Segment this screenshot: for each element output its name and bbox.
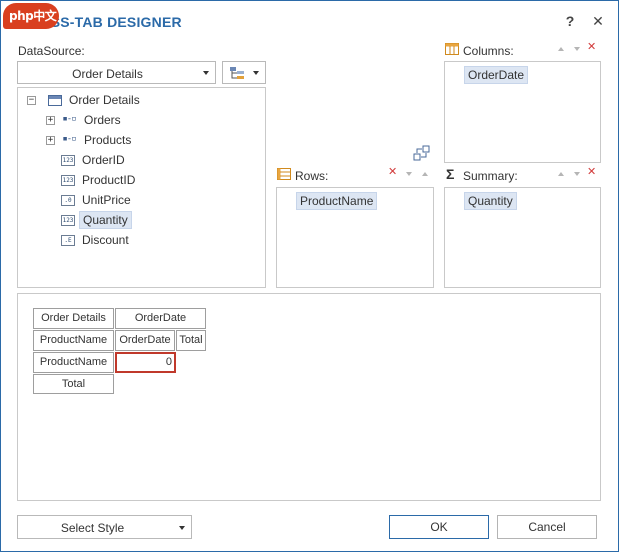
- move-up-icon[interactable]: [557, 170, 565, 178]
- rows-drop-area[interactable]: ProductName: [276, 187, 434, 288]
- title-bar: CROSS-TAB DESIGNER php中文网 ? ✕: [1, 1, 618, 49]
- move-up-icon[interactable]: [421, 170, 429, 178]
- delete-columns-icon[interactable]: ✕: [587, 42, 596, 53]
- datasource-tree-icon: [230, 67, 244, 79]
- move-up-icon[interactable]: [557, 45, 565, 53]
- crosstab-preview: Order Details OrderDate ProductName Orde…: [17, 293, 601, 501]
- tree-node-label: Order Details: [69, 93, 140, 107]
- delete-summary-icon[interactable]: ✕: [587, 167, 596, 178]
- close-button[interactable]: ✕: [590, 13, 606, 29]
- datasource-dropdown[interactable]: Order Details: [17, 61, 216, 84]
- numeric-field-icon: 123: [61, 154, 75, 166]
- delete-rows-icon[interactable]: ✕: [388, 167, 397, 178]
- move-down-icon[interactable]: [573, 170, 581, 178]
- summary-label: Summary:: [463, 169, 518, 183]
- cancel-button[interactable]: Cancel: [497, 515, 597, 539]
- table-icon: [48, 94, 62, 106]
- tree-node-label: Products: [84, 133, 132, 147]
- tree-node-unitprice[interactable]: .0 UnitPrice: [61, 191, 131, 209]
- tree-node-order-details[interactable]: − Order Details: [27, 91, 140, 109]
- select-style-dropdown[interactable]: Select Style: [17, 515, 192, 539]
- preview-total-column: Total: [176, 330, 206, 351]
- chevron-down-icon: [253, 71, 259, 75]
- summary-drop-area[interactable]: Quantity: [444, 187, 601, 288]
- move-down-icon[interactable]: [573, 45, 581, 53]
- tree-node-label: Quantity: [79, 211, 132, 229]
- select-style-label: Select Style: [60, 521, 125, 535]
- datasource-selected: Order Details: [72, 67, 143, 81]
- chevron-down-icon: [203, 71, 209, 75]
- move-down-icon[interactable]: [405, 170, 413, 178]
- preview-row-value: ProductName: [33, 352, 114, 373]
- summary-item[interactable]: Quantity: [464, 192, 517, 210]
- rows-item[interactable]: ProductName: [296, 192, 378, 210]
- help-button[interactable]: ?: [562, 13, 578, 29]
- tree-node-label: ProductID: [82, 173, 136, 187]
- tree-node-orderid[interactable]: 123 OrderID: [61, 151, 125, 169]
- ok-button[interactable]: OK: [389, 515, 489, 539]
- datasource-options-button[interactable]: [222, 61, 266, 84]
- swap-axes-icon[interactable]: [413, 145, 431, 161]
- preview-row-header: ProductName: [33, 330, 114, 351]
- numeric-field-icon: 123: [61, 214, 75, 226]
- columns-icon: [445, 43, 459, 55]
- tree-node-label: OrderID: [82, 153, 125, 167]
- chevron-down-icon: [179, 526, 185, 530]
- expand-icon[interactable]: +: [46, 115, 55, 125]
- sigma-icon: Σ: [446, 166, 455, 182]
- collapse-icon[interactable]: −: [27, 95, 36, 105]
- tree-node-productid[interactable]: 123 ProductID: [61, 171, 135, 189]
- tree-node-discount[interactable]: .E Discount: [61, 231, 129, 249]
- preview-data-cell[interactable]: 0: [115, 352, 176, 373]
- tree-node-products[interactable]: + ▪-▫ Products: [46, 131, 131, 149]
- decimal-field-icon: .0: [61, 194, 75, 206]
- preview-total-row: Total: [33, 374, 114, 394]
- numeric-field-icon: 123: [61, 174, 75, 186]
- rows-label: Rows:: [295, 169, 329, 183]
- preview-subcolumn-header: OrderDate: [115, 330, 175, 351]
- tree-node-label: UnitPrice: [82, 193, 131, 207]
- datasource-tree: − Order Details + ▪-▫ Orders + ▪-▫ Produ…: [17, 87, 266, 288]
- relation-icon: ▪-▫: [61, 113, 77, 126]
- tree-node-orders[interactable]: + ▪-▫ Orders: [46, 111, 121, 129]
- tree-node-label: Orders: [84, 113, 121, 127]
- preview-column-header: OrderDate: [115, 308, 206, 329]
- columns-label: Columns:: [463, 44, 514, 58]
- tree-node-quantity[interactable]: 123 Quantity: [61, 211, 132, 229]
- columns-drop-area[interactable]: OrderDate: [444, 61, 601, 163]
- float-field-icon: .E: [61, 234, 75, 246]
- cross-tab-designer-dialog: CROSS-TAB DESIGNER php中文网 ? ✕ DataSource…: [0, 0, 619, 552]
- preview-corner-cell: Order Details: [33, 308, 114, 329]
- tree-node-label: Discount: [82, 233, 129, 247]
- datasource-label: DataSource:: [18, 44, 85, 58]
- relation-icon: ▪-▫: [61, 133, 77, 146]
- columns-item[interactable]: OrderDate: [464, 66, 529, 84]
- expand-icon[interactable]: +: [46, 135, 55, 145]
- site-logo: php中文网: [3, 3, 59, 49]
- rows-icon: [277, 168, 291, 180]
